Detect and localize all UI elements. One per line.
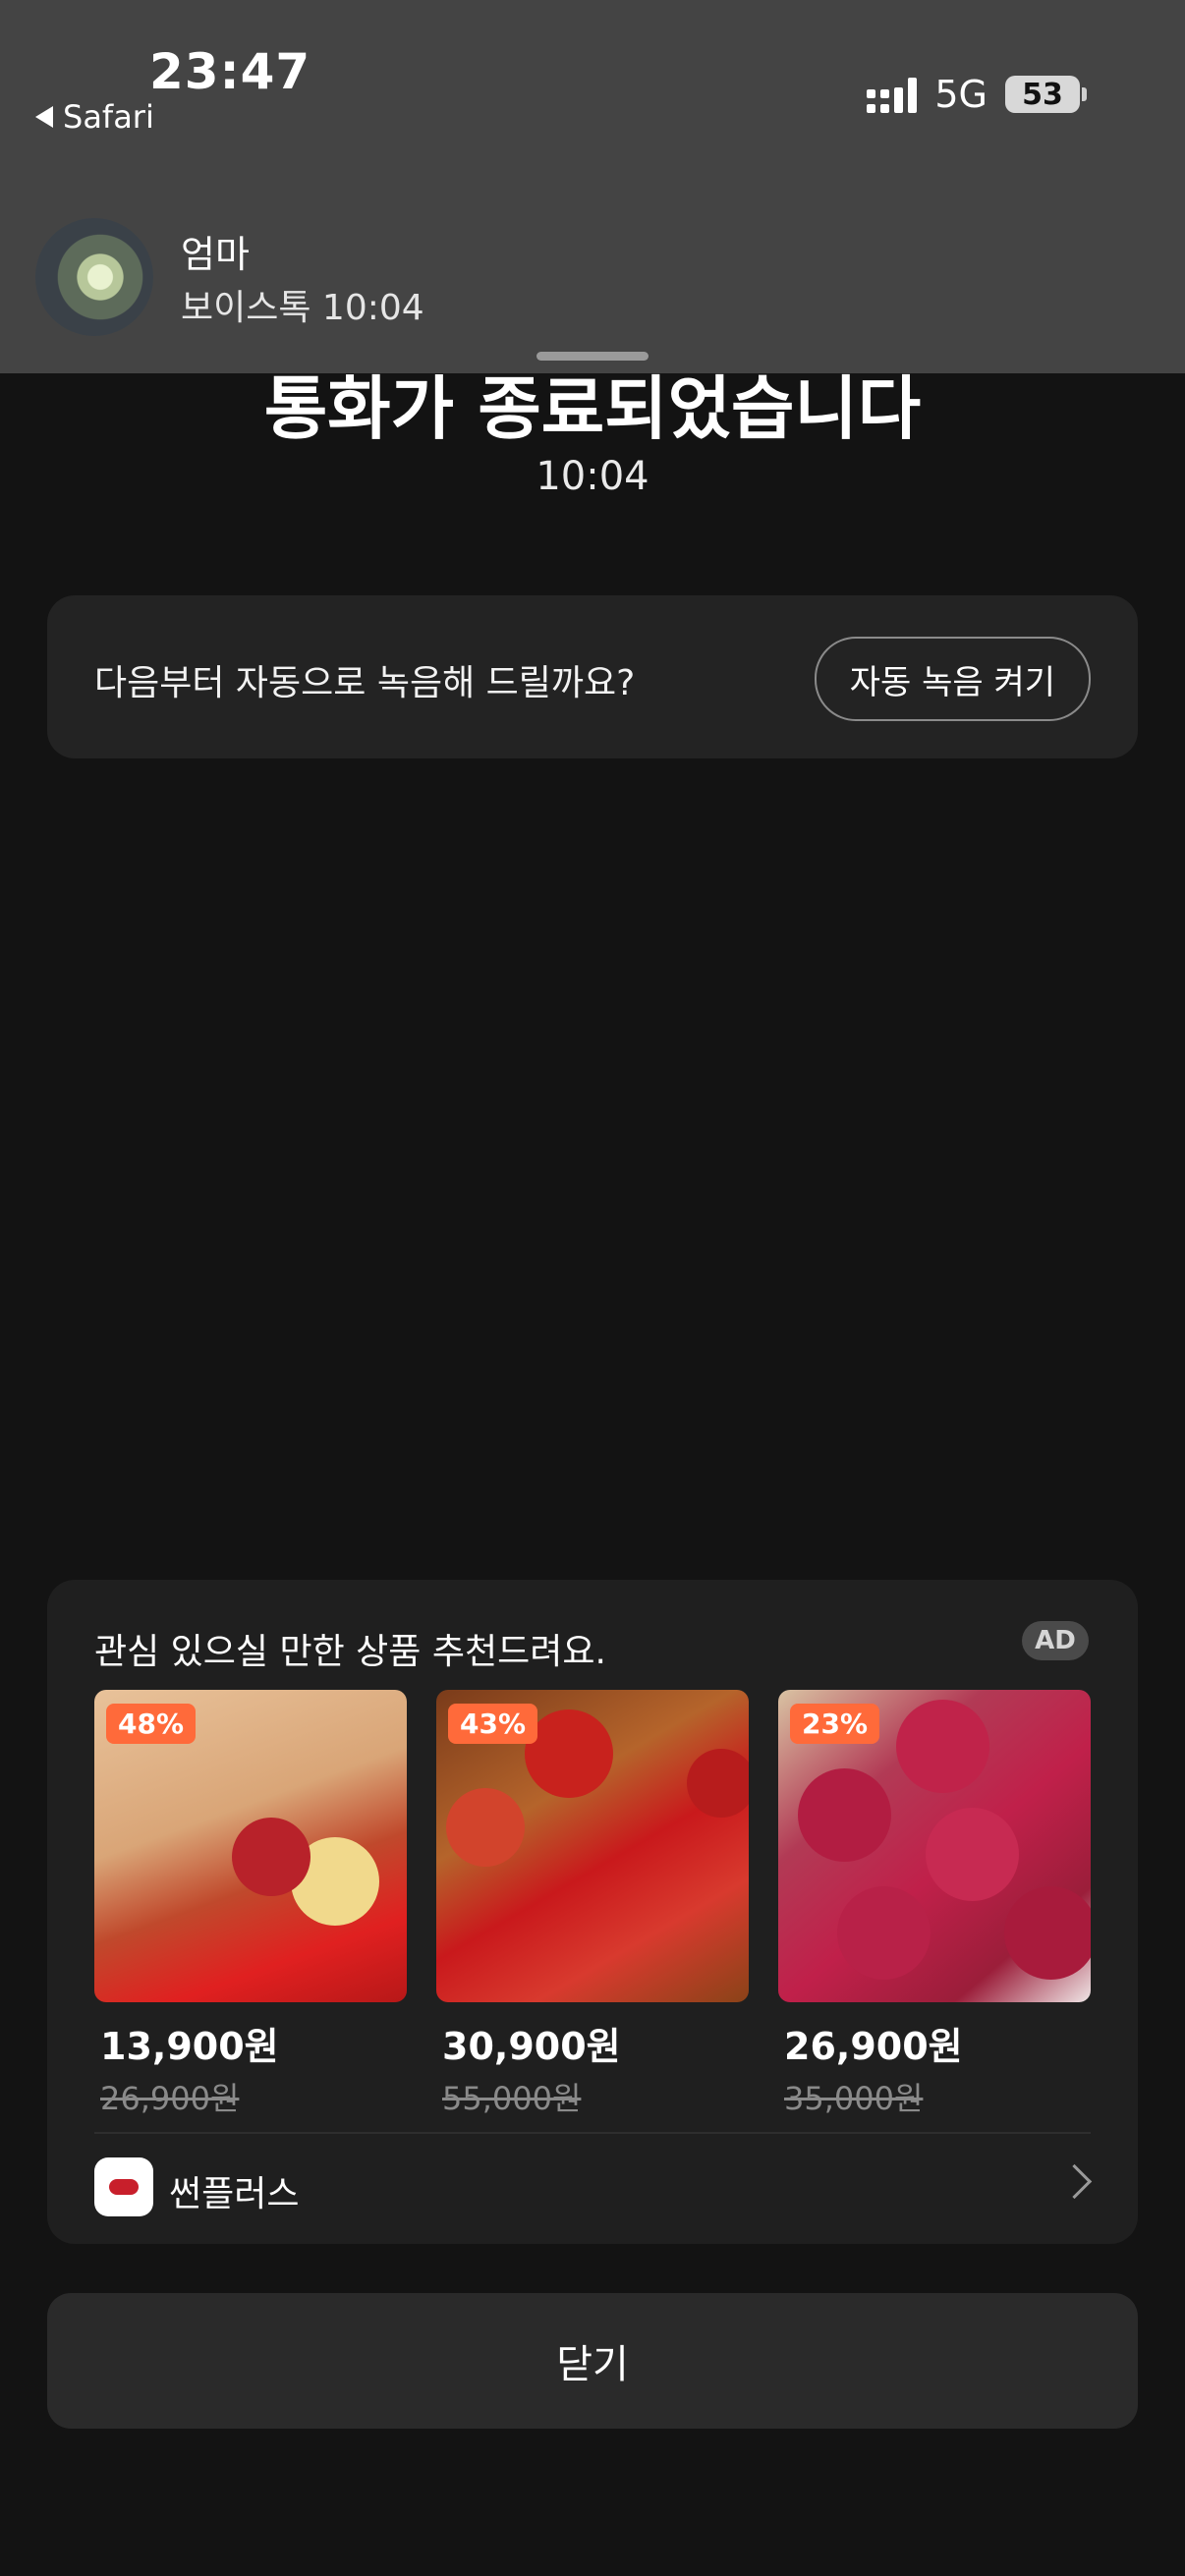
divider <box>94 2132 1091 2134</box>
product-price: 26,900원 <box>784 2025 963 2068</box>
product-image[interactable]: 48% <box>94 1690 407 2002</box>
notification-subtitle: 보이스톡 10:04 <box>181 288 424 328</box>
auto-record-button[interactable]: 자동 녹음 켜기 <box>814 637 1091 721</box>
seller-logo[interactable] <box>94 2157 153 2216</box>
signal-icon <box>867 76 918 113</box>
auto-record-card: 다음부터 자동으로 녹음해 드릴까요? 자동 녹음 켜기 <box>47 595 1138 758</box>
call-ended-title: 통화가 종료되었습니다 <box>263 368 922 449</box>
discount-badge: 48% <box>106 1704 197 1744</box>
back-to-safari[interactable]: Safari <box>35 98 154 136</box>
back-safari-label: Safari <box>63 98 154 136</box>
battery-icon: 53 <box>1005 76 1087 113</box>
back-arrow-icon <box>35 106 53 128</box>
avatar <box>35 218 153 336</box>
call-duration: 10:04 <box>536 454 649 499</box>
product-card[interactable]: 23% 26,900원 35,000원 <box>778 1690 1091 2119</box>
product-original-price: 35,000원 <box>784 2080 924 2117</box>
close-button[interactable]: 닫기 <box>47 2293 1138 2429</box>
product-image[interactable]: 43% <box>436 1690 749 2002</box>
status-time: 23:47 <box>149 43 311 100</box>
status-indicators: 5G 53 <box>867 73 1087 116</box>
notification-banner[interactable]: 23:47 Safari 5G 53 엄마 보이스톡 10:04 <box>0 0 1185 373</box>
discount-badge: 43% <box>448 1704 538 1744</box>
ad-card: 관심 있으실 만한 상품 추천드려요. AD 48% 13,900원 26,90… <box>47 1580 1138 2244</box>
ad-heading: 관심 있으실 만한 상품 추천드려요. <box>94 1632 606 1672</box>
product-card[interactable]: 48% 13,900원 26,900원 <box>94 1690 407 2119</box>
product-price: 13,900원 <box>100 2025 279 2068</box>
ad-badge: AD <box>1022 1621 1089 1660</box>
seller-name[interactable]: 썬플러스 <box>169 2165 299 2216</box>
notification-title: 엄마 <box>181 233 250 276</box>
product-original-price: 55,000원 <box>442 2080 582 2117</box>
network-type: 5G <box>934 73 988 116</box>
product-image[interactable]: 23% <box>778 1690 1091 2002</box>
product-card[interactable]: 43% 30,900원 55,000원 <box>436 1690 749 2119</box>
discount-badge: 23% <box>790 1704 880 1744</box>
product-list: 48% 13,900원 26,900원 43% 30,900원 55,000원 <box>94 1690 1091 2119</box>
product-price: 30,900원 <box>442 2025 621 2068</box>
product-original-price: 26,900원 <box>100 2080 240 2117</box>
auto-record-prompt: 다음부터 자동으로 녹음해 드릴까요? <box>94 663 636 703</box>
chevron-right-icon[interactable] <box>1056 2163 1093 2200</box>
battery-level: 53 <box>1005 76 1080 113</box>
